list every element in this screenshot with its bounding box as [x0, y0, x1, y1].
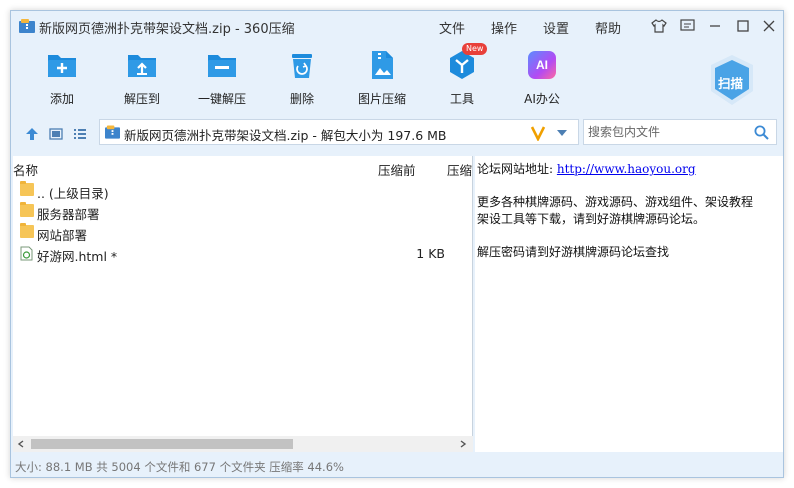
add-label: 添加 — [49, 92, 74, 106]
one-click-extract-label: 一键解压 — [197, 92, 246, 106]
search-icon[interactable] — [754, 125, 769, 140]
file-name: .. (上级目录) — [37, 186, 109, 201]
tools-label: 工具 — [449, 92, 474, 106]
folder-icon — [20, 181, 34, 197]
thumbnail-view-icon[interactable] — [47, 125, 65, 143]
extract-to-label: 解压到 — [123, 92, 160, 106]
chevron-down-icon[interactable] — [556, 129, 568, 137]
status-bar: 大小: 88.1 MB 共 5004 个文件和 677 个文件夹 压缩率 44.… — [15, 460, 344, 474]
comment-line-4: 解压密码请到好游棋牌源码论坛查找 — [477, 245, 670, 259]
file-list-pane: 名称 压缩前 压缩 .. (上级目录) 服务器部署 网站部署 好游网.html … — [13, 156, 473, 452]
column-name[interactable]: 名称 — [13, 160, 38, 179]
up-arrow-icon[interactable] — [23, 125, 41, 143]
menu-operation[interactable]: 操作 — [491, 18, 517, 37]
comment-pane: 论坛网站地址: http://www.haoyou.org 更多各种棋牌源码、游… — [475, 156, 783, 452]
horizontal-scrollbar[interactable] — [13, 436, 473, 452]
list-view-icon[interactable] — [71, 125, 89, 143]
tools-icon: New — [446, 43, 488, 81]
image-compress-button[interactable]: 图片压缩 — [350, 49, 414, 109]
address-path: 新版网页德洲扑克带架设文档.zip - 解包大小为 197.6 MB — [124, 128, 447, 143]
delete-button[interactable]: 删除 — [270, 49, 334, 109]
scan-label: 扫描 — [718, 76, 744, 91]
extract-to-icon — [126, 49, 158, 81]
delete-label: 删除 — [289, 92, 314, 106]
archive-icon — [105, 125, 120, 139]
file-name: 网站部署 — [37, 228, 88, 243]
title-bar: 新版网页德洲扑克带架设文档.zip - 360压缩 文件 操作 设置 帮助 — [11, 11, 783, 41]
archive-app-icon — [19, 19, 35, 33]
scroll-right-icon[interactable] — [459, 440, 467, 448]
ai-office-button[interactable]: AI AI办公 — [510, 49, 574, 109]
html-file-icon — [20, 246, 34, 261]
new-badge: New — [462, 43, 488, 55]
scroll-left-icon[interactable] — [17, 440, 25, 448]
ai-office-label: AI办公 — [524, 92, 560, 106]
forum-link[interactable]: http://www.haoyou.org — [557, 162, 696, 176]
delete-icon — [286, 49, 318, 81]
file-size: 1 KB — [416, 246, 445, 261]
address-bar[interactable]: 新版网页德洲扑克带架设文档.zip - 解包大小为 197.6 MB — [99, 119, 579, 145]
add-button[interactable]: 添加 — [30, 49, 94, 109]
one-click-extract-button[interactable]: 一键解压 — [190, 49, 254, 109]
feedback-icon[interactable] — [677, 16, 697, 36]
comment-line-2: 更多各种棋牌源码、游戏源码、游戏组件、架设教程 — [477, 195, 754, 209]
minimize-icon[interactable] — [705, 16, 725, 36]
scan-button[interactable]: 扫描 — [707, 53, 757, 109]
tools-button[interactable]: New 工具 — [430, 43, 494, 109]
file-name: 服务器部署 — [37, 207, 100, 222]
one-click-extract-icon — [206, 49, 238, 81]
folder-icon — [20, 223, 34, 239]
column-size-before[interactable]: 压缩前 — [378, 160, 416, 179]
list-item[interactable]: 网站部署 — [17, 222, 467, 243]
comment-line-3: 架设工具等下载，请到好游棋牌源码论坛。 — [477, 212, 706, 226]
folder-icon — [20, 202, 34, 218]
add-icon — [46, 49, 78, 81]
app-window: 新版网页德洲扑克带架设文档.zip - 360压缩 文件 操作 设置 帮助 添加 — [10, 10, 784, 478]
list-item[interactable]: 好游网.html * 1 KB — [17, 243, 467, 264]
menu-help[interactable]: 帮助 — [595, 18, 621, 37]
file-name: 好游网.html * — [37, 249, 118, 264]
list-item[interactable]: 服务器部署 — [17, 201, 467, 222]
menu-settings[interactable]: 设置 — [543, 18, 569, 37]
menu-file[interactable]: 文件 — [439, 18, 465, 37]
verify-check-icon[interactable] — [530, 125, 546, 141]
scrollbar-thumb[interactable] — [31, 439, 293, 449]
ai-office-icon: AI — [528, 51, 556, 79]
maximize-icon[interactable] — [733, 16, 753, 36]
search-input[interactable] — [584, 120, 744, 144]
image-compress-label: 图片压缩 — [357, 92, 406, 106]
column-compressed[interactable]: 压缩 — [447, 160, 473, 179]
close-icon[interactable] — [759, 16, 779, 36]
search-box — [583, 119, 777, 145]
window-title: 新版网页德洲扑克带架设文档.zip - 360压缩 — [39, 22, 295, 37]
image-compress-icon — [366, 49, 398, 81]
forum-label: 论坛网站地址: — [477, 162, 554, 176]
list-item[interactable]: .. (上级目录) — [17, 180, 467, 201]
comment-line-forum: 论坛网站地址: http://www.haoyou.org — [477, 160, 696, 177]
skin-icon[interactable] — [649, 16, 669, 36]
ai-icon-text: AI — [536, 58, 548, 72]
extract-to-button[interactable]: 解压到 — [110, 49, 174, 109]
